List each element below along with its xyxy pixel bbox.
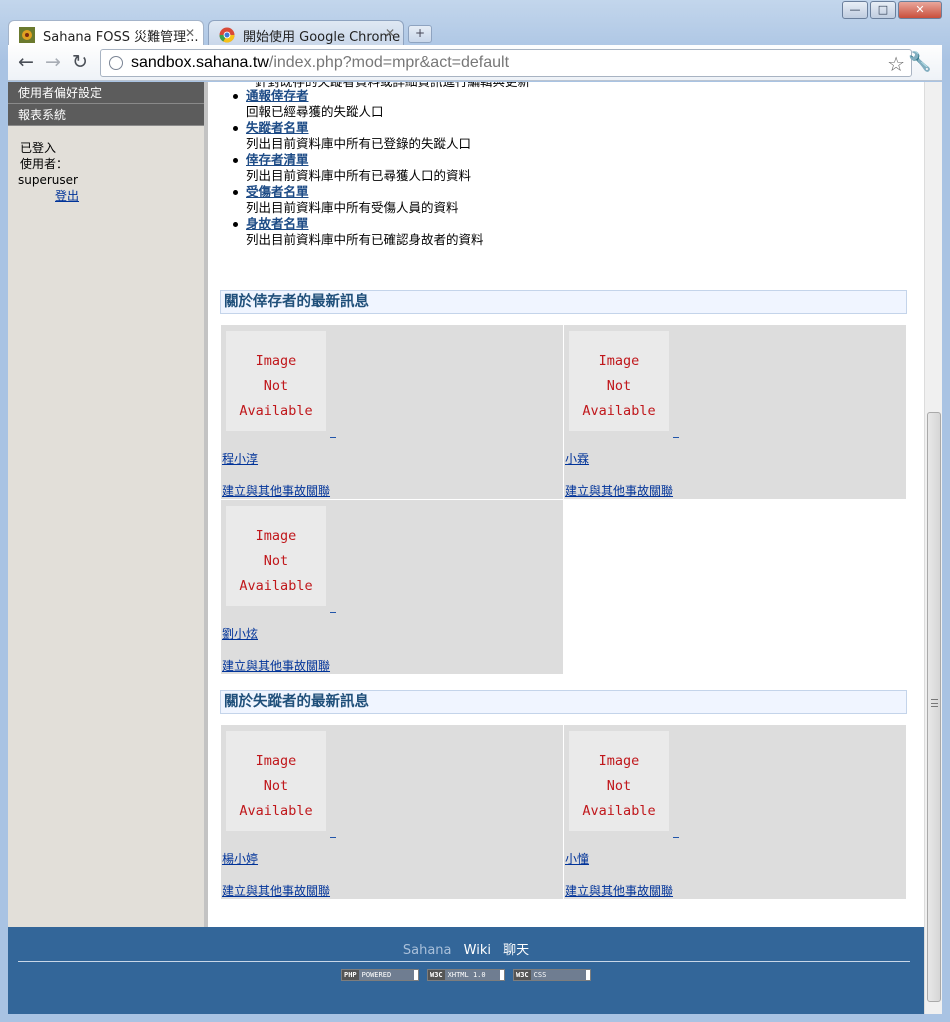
close-window-button[interactable]: ✕ [898,1,942,19]
vertical-scrollbar[interactable] [924,82,942,1014]
username: superuser [18,173,78,187]
image-placeholder: Image Not Available [226,506,326,606]
link-incident-link[interactable]: 建立與其他事故關聯 [222,482,330,499]
list-item: 身故者名單 列出目前資料庫中所有已確認身故者的資料 [233,216,484,248]
module-desc: 列出目前資料庫中所有已登錄的失蹤人口 [246,136,472,151]
new-tab-button[interactable]: + [408,25,432,43]
chrome-favicon-icon [219,27,235,43]
person-card: Image Not Available 小憧 建立與其他事故關聯 [564,725,906,899]
tab-close-icon[interactable]: ✕ [185,26,195,40]
tab-strip: Sahana FOSS 災難管理... ✕ 開始使用 Google Chrome… [8,20,432,46]
image-link-underline [330,612,336,613]
footer-badges: PHP POWERED W3C XHTML 1.0 W3C CSS [8,969,924,981]
address-bar[interactable]: sandbox.sahana.tw/index.php?mod=mpr&act=… [100,49,912,77]
image-placeholder: Image Not Available [226,731,326,831]
link-incident-link[interactable]: 建立與其他事故關聯 [565,882,673,899]
module-desc: 列出目前資料庫中所有受傷人員的資料 [246,200,459,215]
list-item: 通報倖存者 回報已經尋獲的失蹤人口 [233,88,484,120]
tab-sahana[interactable]: Sahana FOSS 災難管理... ✕ [8,20,204,46]
browser-toolbar: ← → ↻ sandbox.sahana.tw/index.php?mod=mp… [8,45,942,81]
sidebar: 使用者偏好設定 報表系統 已登入 使用者： superuser 登出 [8,82,208,927]
module-list: 通報倖存者 回報已經尋獲的失蹤人口 失蹤者名單 列出目前資料庫中所有已登錄的失蹤人口… [220,88,484,248]
list-item: 失蹤者名單 列出目前資料庫中所有已登錄的失蹤人口 [233,120,484,152]
footer-divider [18,961,910,962]
list-item: 倖存者清單 列出目前資料庫中所有已尋獲人口的資料 [233,152,484,184]
image-placeholder: Image Not Available [569,731,669,831]
image-placeholder: Image Not Available [569,331,669,431]
login-status: 已登入 [20,141,57,155]
module-desc: 列出目前資料庫中所有已確認身故者的資料 [246,232,484,247]
missing-section-title: 關於失蹤者的最新訊息 [220,690,907,714]
globe-icon [109,56,123,70]
link-incident-link[interactable]: 建立與其他事故關聯 [222,882,330,899]
person-card: Image Not Available 小霖 建立與其他事故關聯 [564,325,906,499]
reload-icon[interactable]: ↻ [68,51,92,75]
window-controls: — □ ✕ [840,1,942,21]
footer-chat-link[interactable]: 聊天 [503,943,529,958]
module-link[interactable]: 失蹤者名單 [246,120,309,135]
sidebar-item-reports[interactable]: 報表系統 [8,104,204,126]
title-bar: — □ ✕ [0,0,950,22]
bookmark-star-icon[interactable]: ☆ [887,52,905,76]
tab-close-icon[interactable]: ✕ [385,26,395,40]
tab-chrome-welcome[interactable]: 開始使用 Google Chrome ✕ [208,20,404,46]
image-link-underline [673,437,679,438]
php-powered-badge[interactable]: PHP POWERED [341,969,419,981]
person-name-link[interactable]: 小憧 [565,850,589,867]
login-box: 已登入 使用者： superuser 登出 [8,126,204,204]
footer-links: Sahana Wiki 聊天 [8,939,924,958]
person-card: Image Not Available 楊小婷 建立與其他事故關聯 [221,725,563,899]
module-link[interactable]: 受傷者名單 [246,184,309,199]
scrollbar-thumb[interactable] [927,412,941,1002]
w3c-css-badge[interactable]: W3C CSS [513,969,591,981]
sidebar-item-preferences[interactable]: 使用者偏好設定 [8,82,204,104]
forward-arrow-icon[interactable]: → [41,51,65,75]
found-section-title: 關於倖存者的最新訊息 [220,290,907,314]
page-footer: Sahana Wiki 聊天 PHP POWERED W3C XHTML 1.0 W… [8,927,924,1014]
minimize-button[interactable]: — [842,1,868,19]
module-link[interactable]: 通報倖存者 [246,88,309,103]
footer-wiki-link[interactable]: Wiki [464,943,491,958]
tab-title: Sahana FOSS 災難管理... [43,30,199,45]
link-incident-link[interactable]: 建立與其他事故關聯 [222,657,330,674]
tab-title: 開始使用 Google Chrome [243,30,401,45]
browser-window: — □ ✕ Sahana FOSS 災難管理... ✕ 開始使用 Google … [0,0,950,1022]
person-name-link[interactable]: 楊小婷 [222,850,258,867]
maximize-button[interactable]: □ [870,1,896,19]
main-content: 針對既存的失蹤者資料或詳細資訊進行編輯與更新 通報倖存者回報已經尋獲的失蹤人口 … [220,82,920,927]
image-placeholder: Image Not Available [226,331,326,431]
person-name-link[interactable]: 小霖 [565,450,589,467]
person-card: Image Not Available 劉小炫 建立與其他事故關聯 [221,500,563,674]
wrench-menu-icon[interactable]: 🔧 [908,50,932,73]
logout-link[interactable]: 登出 [18,188,204,204]
module-desc: 回報已經尋獲的失蹤人口 [246,104,384,119]
page-viewport: 使用者偏好設定 報表系統 已登入 使用者： superuser 登出 針對既存的… [8,82,942,1014]
user-label: 使用者： [20,157,69,171]
sahana-favicon-icon [19,27,35,43]
image-link-underline [330,837,336,838]
module-link[interactable]: 倖存者清單 [246,152,309,167]
person-name-link[interactable]: 劉小炫 [222,625,258,642]
image-link-underline [330,437,336,438]
module-desc: 列出目前資料庫中所有已尋獲人口的資料 [246,168,472,183]
image-link-underline [673,837,679,838]
link-incident-link[interactable]: 建立與其他事故關聯 [565,482,673,499]
back-arrow-icon[interactable]: ← [14,51,38,75]
list-item: 受傷者名單 列出目前資料庫中所有受傷人員的資料 [233,184,484,216]
url-text: sandbox.sahana.tw/index.php?mod=mpr&act=… [131,54,510,71]
w3c-xhtml-badge[interactable]: W3C XHTML 1.0 [427,969,505,981]
module-link[interactable]: 身故者名單 [246,216,309,231]
scroll-grip-icon [931,699,938,707]
person-name-link[interactable]: 程小淳 [222,450,258,467]
footer-sahana-link[interactable]: Sahana [403,943,452,958]
person-card: Image Not Available 程小淳 建立與其他事故關聯 [221,325,563,499]
